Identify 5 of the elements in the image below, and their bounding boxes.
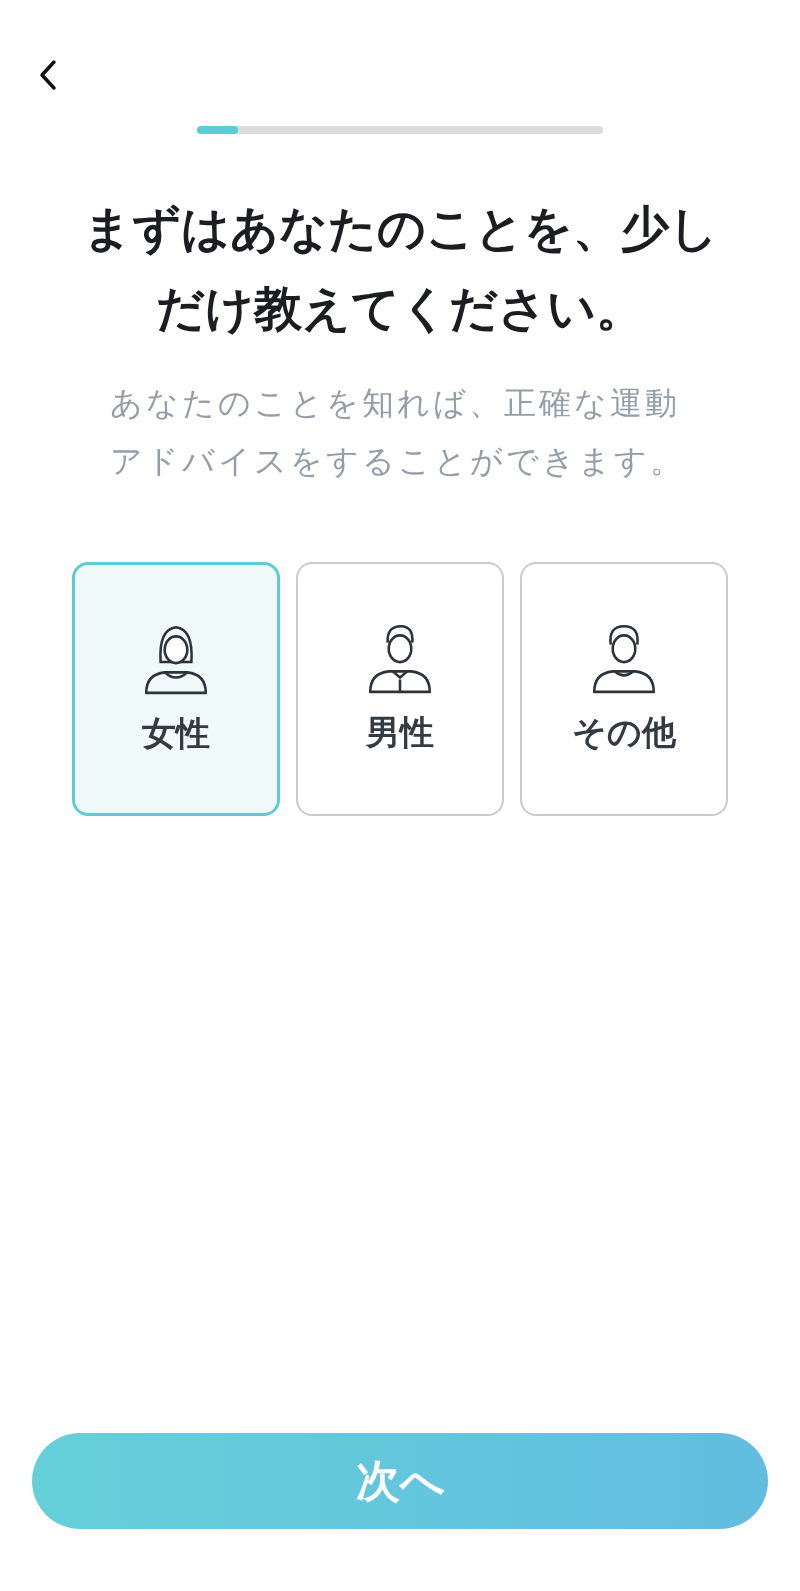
page-title: まずはあなたのことを、少しだけ教えてください。: [81, 199, 719, 338]
gender-option[interactable]: その他: [520, 562, 728, 816]
gender-option[interactable]: 女性: [72, 562, 280, 816]
description-text: あなたのことを知れば、正確な運動アドバイスをすることができます。: [110, 383, 686, 482]
gender-option[interactable]: 男性: [296, 562, 504, 816]
